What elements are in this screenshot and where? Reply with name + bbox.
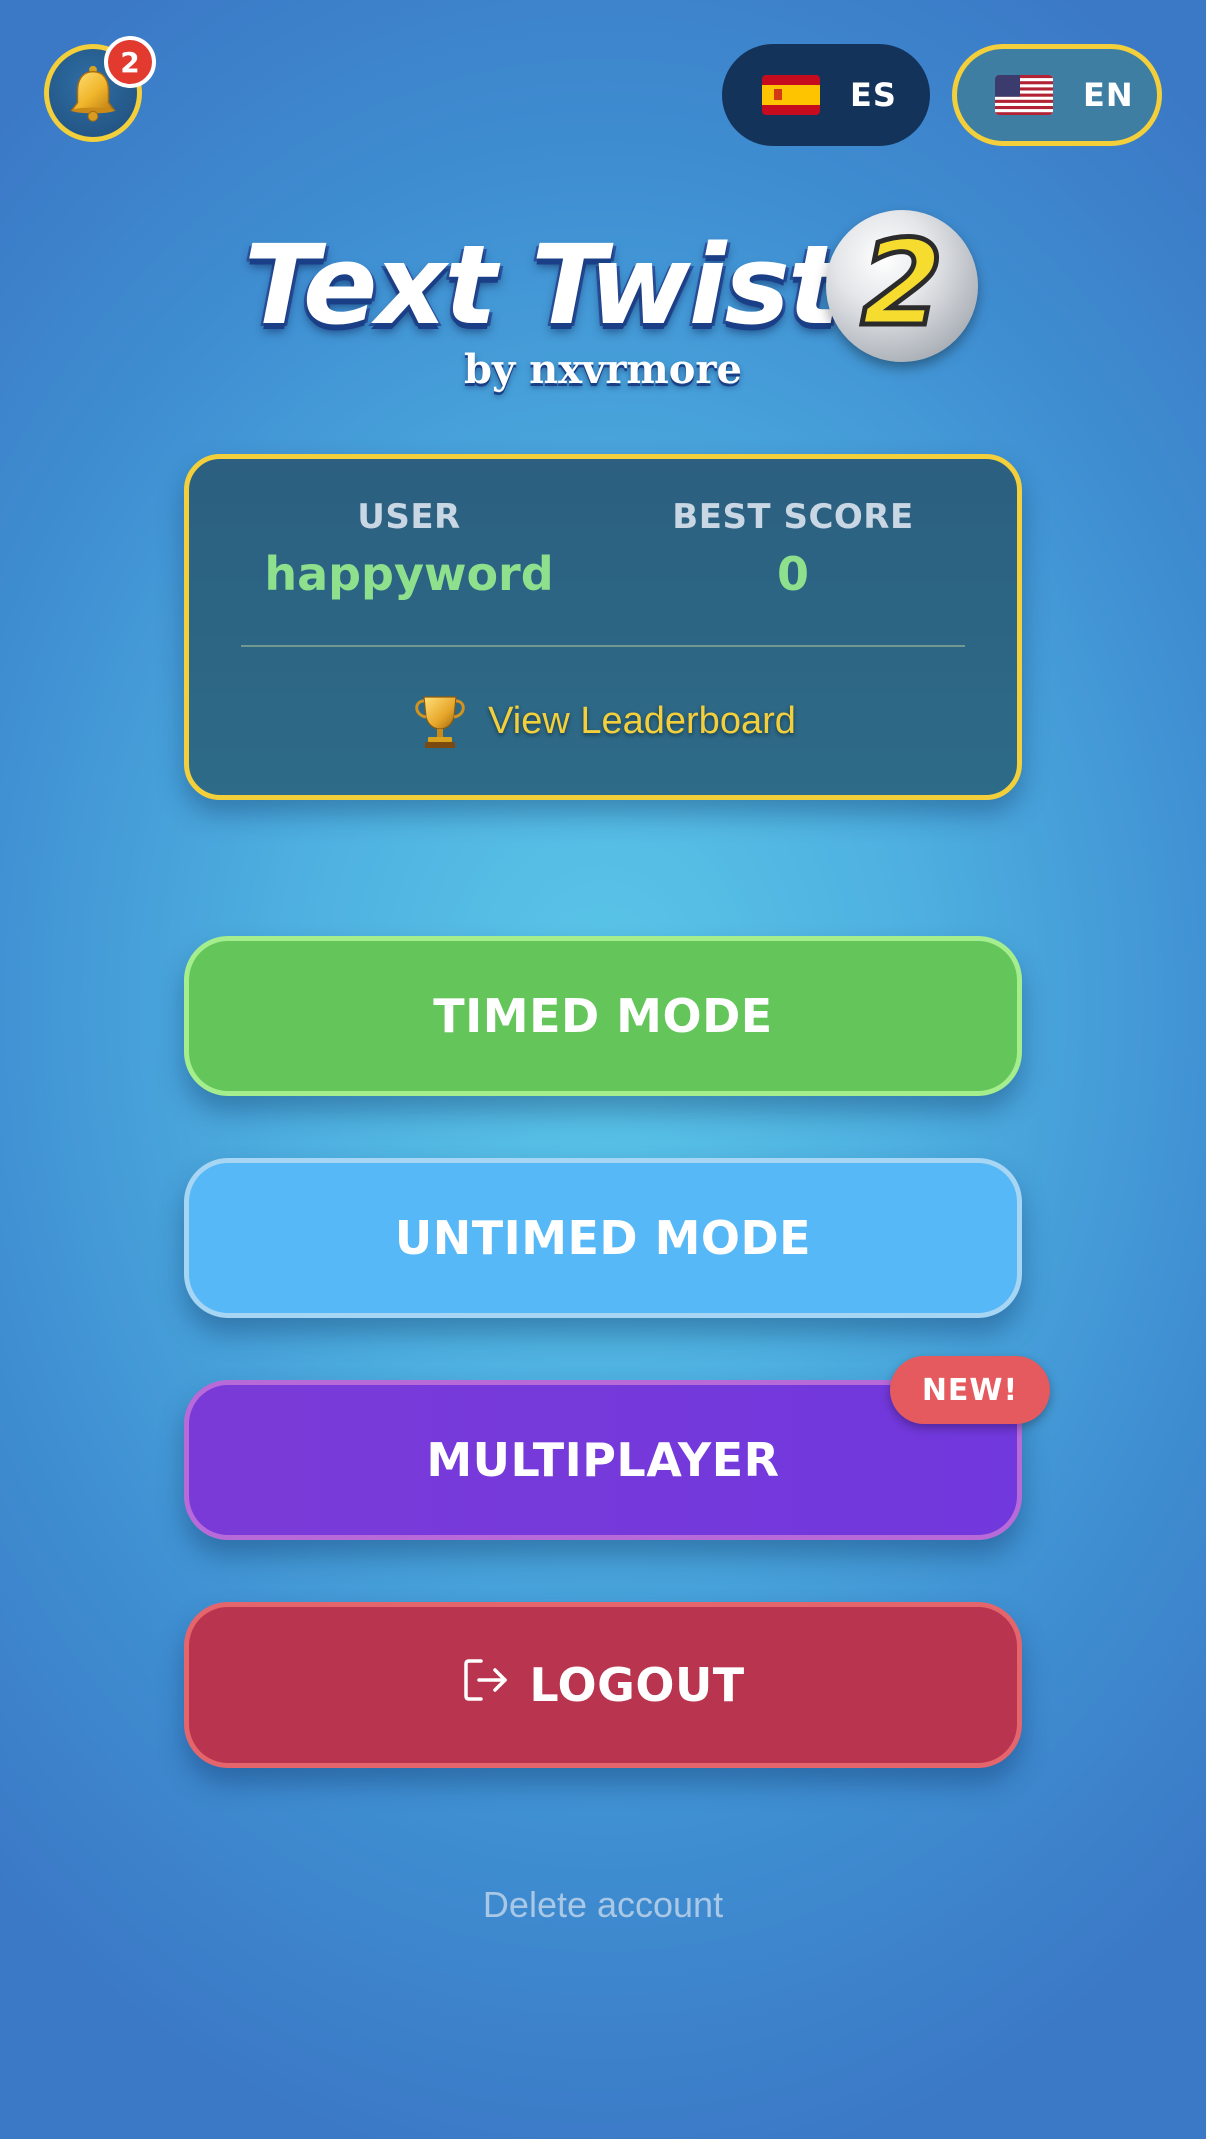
best-score-label: BEST SCORE [672, 497, 914, 537]
trophy-icon [415, 696, 465, 748]
new-badge: NEW! [890, 1356, 1050, 1424]
timed-mode-button[interactable]: TIMED MODE [184, 936, 1022, 1096]
untimed-mode-button[interactable]: UNTIMED MODE [184, 1158, 1022, 1318]
best-score-stat: BEST SCORE 0 [603, 497, 983, 601]
language-en-label: EN [1083, 76, 1134, 114]
title-text: Text Twist [244, 221, 841, 349]
language-es-button[interactable]: ES [722, 44, 930, 146]
us-flag-icon [995, 75, 1053, 115]
title-byline: by nxvrmore [464, 346, 742, 393]
user-label: USER [357, 497, 461, 537]
user-stat: USER happyword [219, 497, 599, 601]
untimed-mode-label: UNTIMED MODE [394, 1211, 812, 1265]
timed-mode-label: TIMED MODE [433, 989, 773, 1043]
stats-card: USER happyword BEST SCORE 0 View Leaderb… [184, 454, 1022, 800]
game-title: Text Twist 2 by nxvrmore [0, 200, 1206, 400]
title-number: 2 [858, 214, 945, 352]
delete-account-link[interactable]: Delete account [0, 1884, 1206, 1926]
view-leaderboard-label: View Leaderboard [488, 699, 796, 742]
logout-button[interactable]: LOGOUT [184, 1602, 1022, 1768]
title-number-ball: 2 [826, 210, 978, 362]
user-value: happyword [264, 547, 554, 601]
language-es-label: ES [850, 76, 897, 114]
multiplayer-label: MULTIPLAYER [426, 1433, 780, 1487]
logout-icon [464, 1659, 508, 1701]
best-score-value: 0 [776, 547, 809, 601]
logout-label: LOGOUT [529, 1658, 745, 1712]
spain-flag-icon [762, 75, 820, 115]
notification-count-badge: 2 [104, 36, 156, 88]
stats-divider [241, 645, 965, 647]
language-en-button[interactable]: EN [952, 44, 1162, 146]
view-leaderboard-link[interactable]: View Leaderboard [189, 691, 1017, 751]
